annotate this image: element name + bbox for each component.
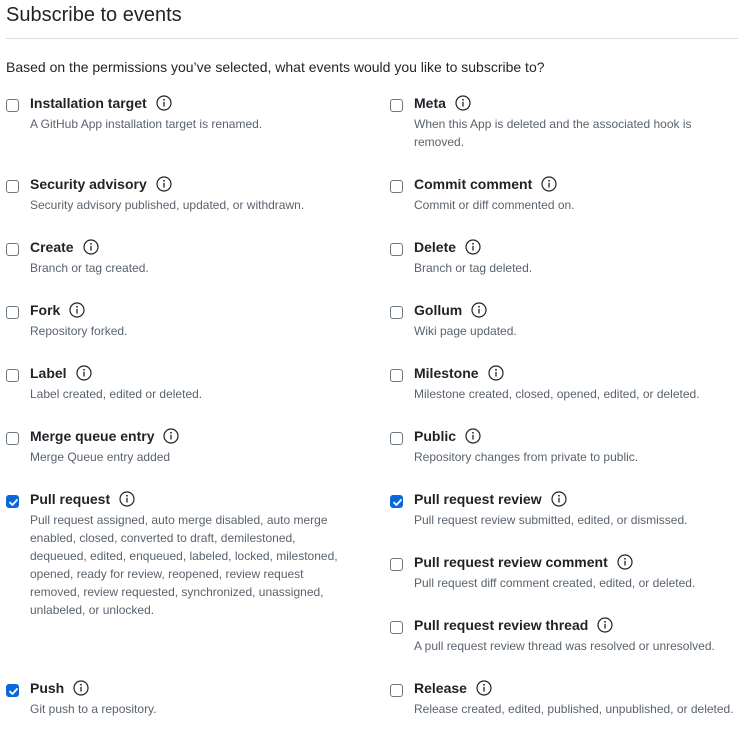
info-icon[interactable] xyxy=(541,176,557,192)
fork-label-text: Fork xyxy=(30,302,61,318)
merge-queue-entry-description: Merge Queue entry added xyxy=(30,450,171,464)
info-icon[interactable] xyxy=(156,95,172,111)
create-label-text: Create xyxy=(30,239,74,255)
fork-description: Repository forked. xyxy=(30,324,128,338)
fork-checkbox[interactable] xyxy=(6,306,19,319)
pull-request-review-comment-label-text: Pull request review comment xyxy=(414,554,608,570)
pull-request-review-comment-label[interactable]: Pull request review comment xyxy=(414,554,633,570)
label-description: Label created, edited or deleted. xyxy=(30,387,203,401)
public-label-text: Public xyxy=(414,428,457,444)
pull-request-review-label[interactable]: Pull request review xyxy=(414,491,567,507)
page-title: Subscribe to events xyxy=(6,4,182,26)
meta-checkbox[interactable] xyxy=(390,99,403,112)
pull-request-checkbox[interactable] xyxy=(6,495,19,508)
security-advisory-label[interactable]: Security advisory xyxy=(30,176,172,192)
label-label[interactable]: Label xyxy=(30,365,92,381)
pull-request-review-thread-label-text: Pull request review thread xyxy=(414,617,589,633)
release-description: Release created, edited, published, unpu… xyxy=(414,702,734,716)
delete-label[interactable]: Delete xyxy=(414,239,481,255)
info-icon[interactable] xyxy=(465,239,481,255)
security-advisory-label-text: Security advisory xyxy=(30,176,147,192)
meta-description: When this App is deleted and the associa… xyxy=(414,117,692,149)
gollum-description: Wiki page updated. xyxy=(414,324,517,338)
meta-label-text: Meta xyxy=(414,95,446,111)
info-icon[interactable] xyxy=(119,491,135,507)
gollum-checkbox[interactable] xyxy=(390,306,403,319)
label-checkbox[interactable] xyxy=(6,369,19,382)
create-label[interactable]: Create xyxy=(30,239,99,255)
intro-text: Based on the permissions you’ve selected… xyxy=(6,59,545,75)
installation-target-checkbox[interactable] xyxy=(6,99,19,112)
public-label[interactable]: Public xyxy=(414,428,481,444)
pull-request-review-thread-description: A pull request review thread was resolve… xyxy=(414,639,715,653)
release-label[interactable]: Release xyxy=(414,680,492,696)
pull-request-review-checkbox[interactable] xyxy=(390,495,403,508)
security-advisory-checkbox[interactable] xyxy=(6,180,19,193)
push-checkbox[interactable] xyxy=(6,684,19,697)
release-label-text: Release xyxy=(414,680,467,696)
installation-target-label-text: Installation target xyxy=(30,95,147,111)
milestone-label-text: Milestone xyxy=(414,365,479,381)
info-icon[interactable] xyxy=(73,680,89,696)
pull-request-review-label-text: Pull request review xyxy=(414,491,542,507)
info-icon[interactable] xyxy=(465,428,481,444)
pull-request-review-description: Pull request review submitted, edited, o… xyxy=(414,513,688,527)
installation-target-description: A GitHub App installation target is rena… xyxy=(30,117,263,131)
meta-label[interactable]: Meta xyxy=(414,95,471,111)
merge-queue-entry-label[interactable]: Merge queue entry xyxy=(30,428,180,444)
info-icon[interactable] xyxy=(82,239,99,255)
public-checkbox[interactable] xyxy=(390,432,403,445)
merge-queue-entry-label-text: Merge queue entry xyxy=(30,428,155,444)
delete-description: Branch or tag deleted. xyxy=(414,261,533,275)
pull-request-label-text: Pull request xyxy=(30,491,111,507)
milestone-label[interactable]: Milestone xyxy=(414,365,504,381)
info-icon[interactable] xyxy=(597,617,613,633)
info-icon[interactable] xyxy=(163,428,180,444)
info-icon[interactable] xyxy=(156,176,172,192)
info-icon[interactable] xyxy=(551,491,567,507)
delete-checkbox[interactable] xyxy=(390,243,403,256)
gollum-label[interactable]: Gollum xyxy=(414,302,487,318)
milestone-description: Milestone created, closed, opened, edite… xyxy=(414,387,700,401)
pull-request-review-thread-label[interactable]: Pull request review thread xyxy=(414,617,613,633)
merge-queue-entry-checkbox[interactable] xyxy=(6,432,19,445)
push-label-text: Push xyxy=(30,680,65,696)
label-label-text: Label xyxy=(30,365,67,381)
create-checkbox[interactable] xyxy=(6,243,19,256)
info-icon[interactable] xyxy=(476,680,492,696)
public-description: Repository changes from private to publi… xyxy=(414,450,639,464)
pull-request-description: Pull request assigned, auto merge disabl… xyxy=(30,513,338,617)
title-divider xyxy=(6,38,738,39)
fork-label[interactable]: Fork xyxy=(30,302,85,318)
milestone-checkbox[interactable] xyxy=(390,369,403,382)
commit-comment-label-text: Commit comment xyxy=(414,176,533,192)
pull-request-review-comment-description: Pull request diff comment created, edite… xyxy=(414,576,696,590)
pull-request-review-thread-checkbox[interactable] xyxy=(390,621,403,634)
pull-request-review-comment-checkbox[interactable] xyxy=(390,558,403,571)
delete-label-text: Delete xyxy=(414,239,457,255)
info-icon[interactable] xyxy=(75,365,92,381)
info-icon[interactable] xyxy=(617,554,633,570)
commit-comment-description: Commit or diff commented on. xyxy=(414,198,575,212)
release-checkbox[interactable] xyxy=(390,684,403,697)
pull-request-label[interactable]: Pull request xyxy=(30,491,135,507)
info-icon[interactable] xyxy=(455,95,471,111)
info-icon[interactable] xyxy=(487,365,504,381)
info-icon[interactable] xyxy=(69,302,85,318)
push-label[interactable]: Push xyxy=(30,680,89,696)
security-advisory-description: Security advisory published, updated, or… xyxy=(30,198,305,212)
create-description: Branch or tag created. xyxy=(30,261,149,275)
installation-target-label[interactable]: Installation target xyxy=(30,95,172,111)
info-icon[interactable] xyxy=(471,302,487,318)
gollum-label-text: Gollum xyxy=(414,302,463,318)
commit-comment-label[interactable]: Commit comment xyxy=(414,176,557,192)
push-description: Git push to a repository. xyxy=(30,702,157,716)
commit-comment-checkbox[interactable] xyxy=(390,180,403,193)
